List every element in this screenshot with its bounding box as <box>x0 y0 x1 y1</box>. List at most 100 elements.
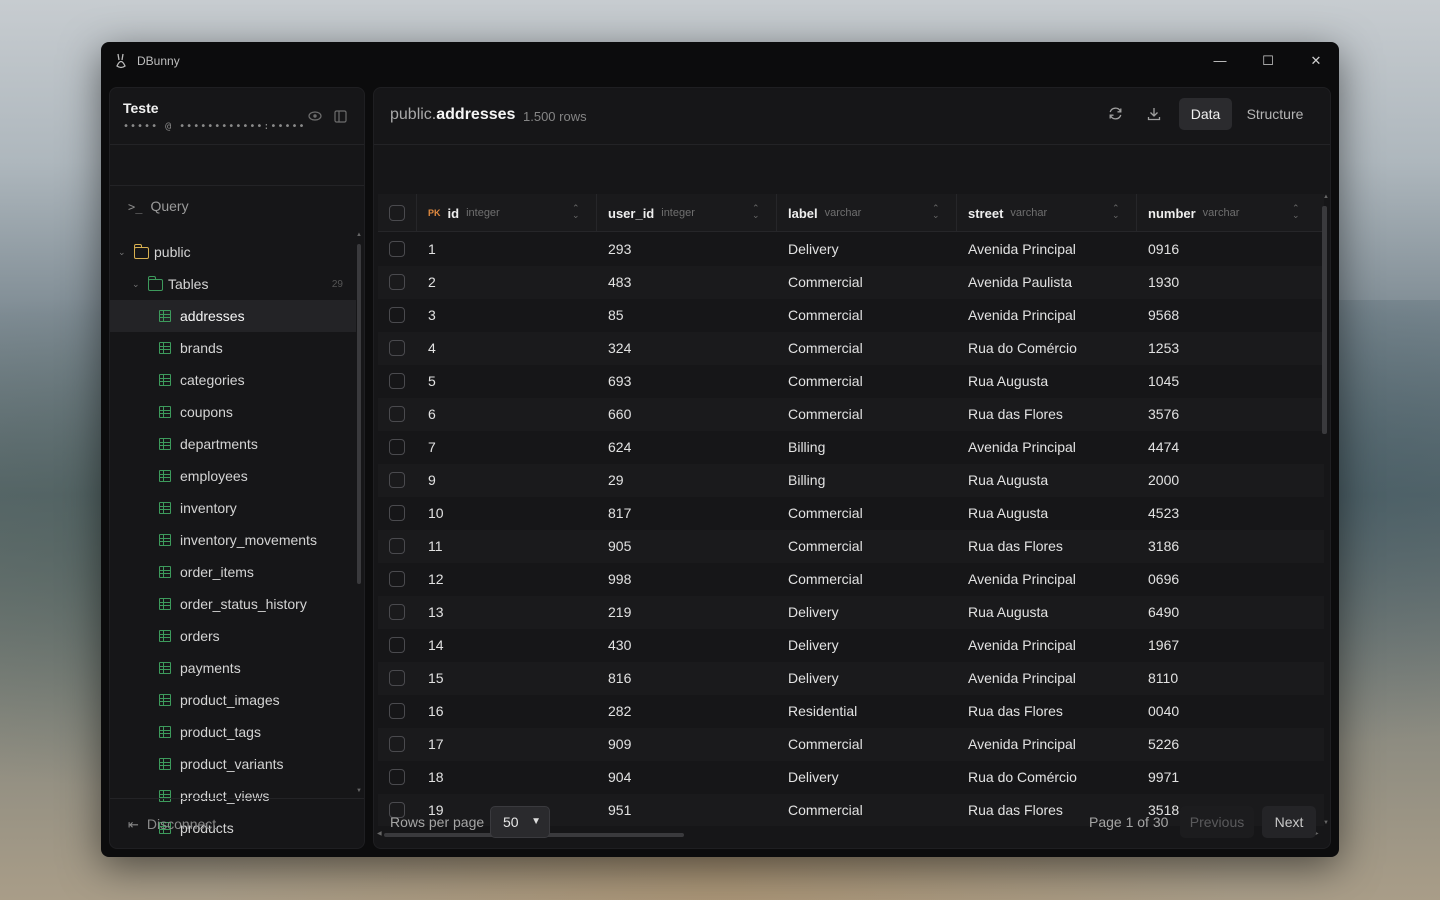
table-cell[interactable]: 16 <box>428 703 444 719</box>
table-cell[interactable]: 6490 <box>1148 604 1179 620</box>
table-cell[interactable]: Commercial <box>788 340 863 356</box>
row-checkbox[interactable] <box>389 274 405 290</box>
disconnect-button[interactable]: ⇤ Disconnect <box>128 816 216 833</box>
table-cell[interactable]: 624 <box>608 439 631 455</box>
table-cell[interactable]: 2000 <box>1148 472 1179 488</box>
table-cell[interactable]: 693 <box>608 373 631 389</box>
table-cell[interactable]: 9971 <box>1148 769 1179 785</box>
column-header-street[interactable]: street varchar <box>968 194 1047 232</box>
table-cell[interactable]: 219 <box>608 604 631 620</box>
table-cell[interactable]: Commercial <box>788 406 863 422</box>
table-cell[interactable]: Delivery <box>788 637 839 653</box>
table-cell[interactable]: 1045 <box>1148 373 1179 389</box>
table-cell[interactable]: Avenida Principal <box>968 241 1076 257</box>
table-cell[interactable]: Rua do Comércio <box>968 769 1077 785</box>
row-checkbox[interactable] <box>389 604 405 620</box>
table-row[interactable]: 9 29 Billing Rua Augusta 2000 <box>378 464 1324 497</box>
minimize-button[interactable]: — <box>1205 50 1235 72</box>
table-cell[interactable]: Commercial <box>788 571 863 587</box>
row-checkbox[interactable] <box>389 637 405 653</box>
table-cell[interactable]: 5 <box>428 373 436 389</box>
table-cell[interactable]: Avenida Paulista <box>968 274 1072 290</box>
table-cell[interactable]: 85 <box>608 307 624 323</box>
sort-icon[interactable]: ⌃ ⌄ <box>752 204 760 220</box>
download-icon[interactable] <box>1142 104 1166 128</box>
close-button[interactable]: ✕ <box>1301 50 1331 72</box>
sort-icon[interactable]: ⌃ ⌄ <box>932 204 940 220</box>
table-cell[interactable]: 8110 <box>1148 670 1178 686</box>
table-cell[interactable]: Delivery <box>788 604 839 620</box>
table-cell[interactable]: 282 <box>608 703 631 719</box>
table-cell[interactable]: 0696 <box>1148 571 1179 587</box>
table-cell[interactable]: Rua das Flores <box>968 406 1063 422</box>
table-row[interactable]: 5 693 Commercial Rua Augusta 1045 <box>378 365 1324 398</box>
table-cell[interactable]: 7 <box>428 439 436 455</box>
sidebar-scrollbar[interactable] <box>357 244 361 584</box>
table-row[interactable]: 14 430 Delivery Avenida Principal 1967 <box>378 629 1324 662</box>
table-cell[interactable]: 0040 <box>1148 703 1179 719</box>
table-cell[interactable]: 483 <box>608 274 631 290</box>
sidebar-table-item[interactable]: orders <box>110 620 356 652</box>
column-header-label[interactable]: label varchar <box>788 194 861 232</box>
refresh-icon[interactable] <box>1103 104 1127 128</box>
table-row[interactable]: 15 816 Delivery Avenida Principal 8110 <box>378 662 1324 695</box>
table-cell[interactable]: Billing <box>788 472 825 488</box>
table-cell[interactable]: Commercial <box>788 538 863 554</box>
sort-icon[interactable]: ⌃ ⌄ <box>1292 204 1300 220</box>
table-cell[interactable]: Rua do Comércio <box>968 340 1077 356</box>
table-cell[interactable]: Rua das Flores <box>968 538 1063 554</box>
sidebar-table-item[interactable]: coupons <box>110 396 356 428</box>
next-button[interactable]: Next <box>1262 806 1316 838</box>
scroll-up-arrow[interactable]: ▲ <box>356 232 362 238</box>
table-cell[interactable]: 5226 <box>1148 736 1179 752</box>
table-cell[interactable]: Rua Augusta <box>968 472 1048 488</box>
table-cell[interactable]: Commercial <box>788 307 863 323</box>
column-header-id[interactable]: PK id integer <box>428 194 500 232</box>
table-row[interactable]: 17 909 Commercial Avenida Principal 5226 <box>378 728 1324 761</box>
table-cell[interactable]: 905 <box>608 538 631 554</box>
table-cell[interactable]: Rua das Flores <box>968 703 1063 719</box>
table-cell[interactable]: 15 <box>428 670 444 686</box>
table-cell[interactable]: Commercial <box>788 736 863 752</box>
table-cell[interactable]: 998 <box>608 571 631 587</box>
sidebar-table-item[interactable]: brands <box>110 332 356 364</box>
table-cell[interactable]: Avenida Principal <box>968 571 1076 587</box>
table-cell[interactable]: 1967 <box>1148 637 1179 653</box>
table-cell[interactable]: Rua Augusta <box>968 505 1048 521</box>
table-cell[interactable]: 4474 <box>1148 439 1179 455</box>
row-checkbox[interactable] <box>389 571 405 587</box>
sidebar-table-item[interactable]: product_views <box>110 780 356 812</box>
row-checkbox[interactable] <box>389 406 405 422</box>
table-cell[interactable]: 293 <box>608 241 631 257</box>
table-cell[interactable]: Commercial <box>788 802 863 818</box>
table-cell[interactable]: 1 <box>428 241 436 257</box>
table-row[interactable]: 7 624 Billing Avenida Principal 4474 <box>378 431 1324 464</box>
scroll-up-arrow[interactable]: ▲ <box>1323 194 1329 200</box>
table-cell[interactable]: 909 <box>608 736 631 752</box>
table-row[interactable]: 4 324 Commercial Rua do Comércio 1253 <box>378 332 1324 365</box>
table-cell[interactable]: 4523 <box>1148 505 1179 521</box>
table-cell[interactable]: 29 <box>608 472 624 488</box>
table-cell[interactable]: Commercial <box>788 274 863 290</box>
previous-button[interactable]: Previous <box>1180 806 1254 838</box>
sidebar-table-item[interactable]: inventory_movements <box>110 524 356 556</box>
row-checkbox[interactable] <box>389 307 405 323</box>
row-checkbox[interactable] <box>389 373 405 389</box>
table-cell[interactable]: 1930 <box>1148 274 1179 290</box>
table-cell[interactable]: Commercial <box>788 373 863 389</box>
scroll-down-arrow[interactable]: ▼ <box>356 788 362 794</box>
table-cell[interactable]: 14 <box>428 637 444 653</box>
table-cell[interactable]: 951 <box>608 802 631 818</box>
table-cell[interactable]: 660 <box>608 406 631 422</box>
table-row[interactable]: 10 817 Commercial Rua Augusta 4523 <box>378 497 1324 530</box>
table-cell[interactable]: 3 <box>428 307 436 323</box>
sidebar-table-item[interactable]: order_status_history <box>110 588 356 620</box>
table-cell[interactable]: 11 <box>428 538 443 554</box>
table-cell[interactable]: Avenida Principal <box>968 439 1076 455</box>
sidebar-toggle-icon[interactable] <box>332 110 348 126</box>
table-cell[interactable]: 324 <box>608 340 631 356</box>
row-checkbox[interactable] <box>389 439 405 455</box>
maximize-button[interactable]: ☐ <box>1253 50 1283 72</box>
table-cell[interactable]: 10 <box>428 505 444 521</box>
row-checkbox[interactable] <box>389 670 405 686</box>
